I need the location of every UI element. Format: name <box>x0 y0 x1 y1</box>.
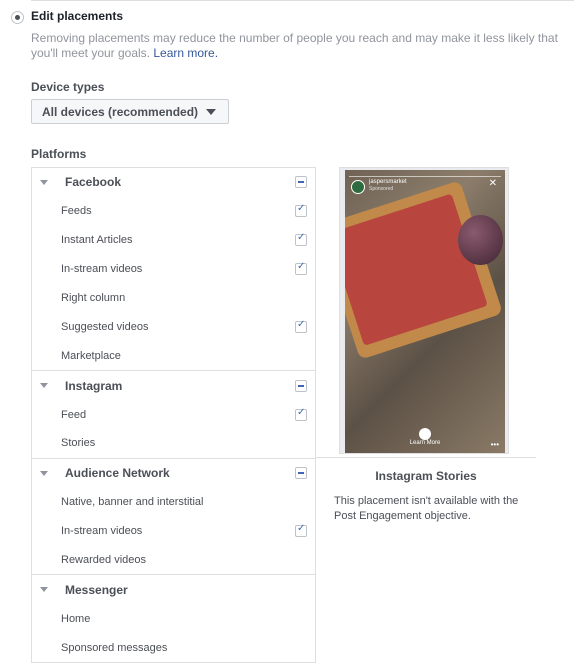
placement-checkbox[interactable] <box>295 523 307 538</box>
description-text: Removing placements may reduce the numbe… <box>31 31 558 60</box>
platform-header-audience-network[interactable]: Audience Network <box>32 459 315 488</box>
platform-list: Facebook Feeds Instant Articles In-strea… <box>31 167 316 664</box>
placement-item[interactable]: Feed <box>32 400 315 429</box>
swipe-up-icon <box>419 428 431 440</box>
caret-down-icon[interactable] <box>40 587 48 593</box>
platforms-label: Platforms <box>31 147 87 161</box>
placement-label: In-stream videos <box>61 525 143 538</box>
placement-item[interactable]: Suggested videos <box>32 312 315 341</box>
placement-checkbox[interactable] <box>295 319 307 333</box>
platform-group-audience-network: Audience Network Native, banner and inte… <box>32 457 315 575</box>
placement-label: Instant Articles <box>61 234 133 247</box>
platform-group-instagram: Instagram Feed Stories <box>32 370 315 458</box>
caret-down-icon[interactable] <box>40 470 48 476</box>
story-sponsored-label: Sponsored <box>369 186 394 192</box>
caret-down-icon <box>206 108 217 115</box>
placement-item[interactable]: Right column <box>32 284 315 313</box>
placement-item[interactable]: Stories <box>32 429 315 458</box>
placements-description: Removing placements may reduce the numbe… <box>31 31 561 61</box>
caret-down-icon[interactable] <box>40 180 48 185</box>
device-types-dropdown[interactable]: All devices (recommended) <box>31 99 230 124</box>
placement-item[interactable]: Marketplace <box>32 341 315 370</box>
placement-checkbox[interactable] <box>295 232 307 247</box>
platform-header-facebook[interactable]: Facebook <box>32 168 315 197</box>
platform-name: Messenger <box>65 582 128 597</box>
placement-item[interactable]: Sponsored messages <box>32 633 315 662</box>
more-icon: ••• <box>490 440 499 449</box>
edit-placements-radio[interactable] <box>11 11 24 24</box>
placement-label: Marketplace <box>61 349 121 362</box>
placement-checkbox[interactable] <box>295 261 307 276</box>
platform-name: Instagram <box>65 378 123 393</box>
placement-label: Native, banner and interstitial <box>61 496 204 509</box>
close-icon: ✕ <box>488 178 497 189</box>
learn-more-link[interactable]: Learn more. <box>153 46 218 60</box>
platform-name: Audience Network <box>65 466 170 481</box>
placement-item[interactable]: In-stream videos <box>32 517 315 546</box>
placement-label: Suggested videos <box>61 320 149 333</box>
placement-label: Right column <box>61 292 126 304</box>
placement-label: Home <box>61 612 91 625</box>
preview-divider <box>316 457 536 458</box>
platform-checkbox-instagram[interactable] <box>295 379 307 392</box>
placement-item[interactable]: Feeds <box>32 197 315 226</box>
placement-checkbox[interactable] <box>295 203 307 218</box>
placement-item[interactable]: Native, banner and interstitial <box>32 488 315 517</box>
fig-image <box>458 215 503 265</box>
platform-checkbox-audience-network[interactable] <box>295 467 307 480</box>
avatar <box>351 180 365 194</box>
placement-checkbox[interactable] <box>295 407 307 421</box>
platform-header-messenger[interactable]: Messenger <box>32 575 315 604</box>
instagram-story-mockup: jaspersmarket Sponsored ✕ Learn More ••• <box>345 170 505 453</box>
placement-label: Stories <box>61 437 96 450</box>
placement-label: Feeds <box>61 205 92 218</box>
tart-image <box>345 180 503 360</box>
platform-name: Facebook <box>65 175 122 190</box>
placement-label: Feed <box>61 408 87 421</box>
device-types-label: Device types <box>31 80 105 94</box>
story-cta: Learn More <box>409 440 441 446</box>
placement-item[interactable]: Rewarded videos <box>32 546 315 575</box>
placement-label: Rewarded videos <box>61 554 146 567</box>
story-progress-bar <box>349 176 501 177</box>
placement-item[interactable]: Home <box>32 604 315 633</box>
platform-group-facebook: Facebook Feeds Instant Articles In-strea… <box>32 168 315 370</box>
placement-label: In-stream videos <box>61 263 143 276</box>
preview-title: Instagram Stories <box>375 469 477 483</box>
platform-checkbox-facebook[interactable] <box>295 176 307 189</box>
placement-label: Sponsored messages <box>61 641 168 654</box>
platform-group-messenger: Messenger Home Sponsored messages <box>32 574 315 662</box>
device-types-value: All devices (recommended) <box>42 104 199 119</box>
top-divider <box>31 0 574 1</box>
placement-preview: jaspersmarket Sponsored ✕ Learn More ••• <box>339 167 509 454</box>
platform-header-instagram[interactable]: Instagram <box>32 371 315 400</box>
story-account-name: jaspersmarket <box>369 179 407 185</box>
edit-placements-title: Edit placements <box>31 9 124 23</box>
placement-item[interactable]: In-stream videos <box>32 255 315 284</box>
placement-item[interactable]: Instant Articles <box>32 226 315 255</box>
preview-note: This placement isn't available with the … <box>334 495 519 522</box>
caret-down-icon[interactable] <box>40 383 48 389</box>
